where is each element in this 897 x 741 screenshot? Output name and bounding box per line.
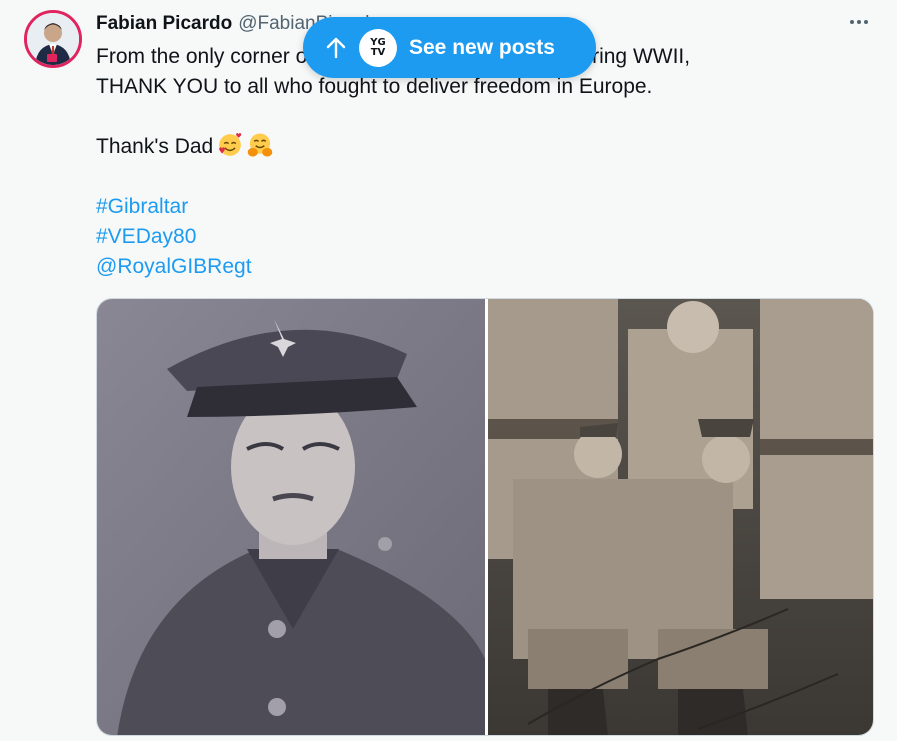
soldiers-group-photo[interactable] <box>488 299 874 736</box>
smiling-face-with-hearts-icon <box>219 133 242 156</box>
see-new-posts-button[interactable]: YG TV See new posts <box>303 17 596 78</box>
tweet-text: From the only corner of Europe that rema… <box>96 42 856 282</box>
tweet-card[interactable]: Fabian Picardo @FabianPicardo From the o… <box>0 0 897 741</box>
hugging-face-icon <box>247 133 273 157</box>
arrow-up-icon <box>326 37 346 58</box>
tweet-media[interactable] <box>96 298 874 736</box>
soldier-portrait-photo[interactable] <box>97 299 485 736</box>
hashtag-gibraltar[interactable]: #Gibraltar <box>96 192 856 222</box>
dot-icon <box>864 20 868 24</box>
author-avatar[interactable] <box>24 10 82 68</box>
hashtag-veday80[interactable]: #VEDay80 <box>96 222 856 252</box>
badge-text-bottom: TV <box>370 46 386 58</box>
tweet-line-thanks: Thank's Dad <box>96 132 856 162</box>
avatar-photo-icon <box>27 13 79 65</box>
mention-royalgibregt[interactable]: @RoyalGIBRegt <box>96 252 856 282</box>
ygtv-avatar-badge: YG TV <box>359 28 397 67</box>
see-new-posts-label: See new posts <box>409 35 555 59</box>
badge-text-top: YG <box>370 36 386 48</box>
more-options-button[interactable] <box>844 10 874 34</box>
dot-icon <box>850 20 854 24</box>
dot-icon <box>857 20 861 24</box>
author-name[interactable]: Fabian Picardo <box>96 13 232 35</box>
thanks-text: Thank's Dad <box>96 135 214 158</box>
